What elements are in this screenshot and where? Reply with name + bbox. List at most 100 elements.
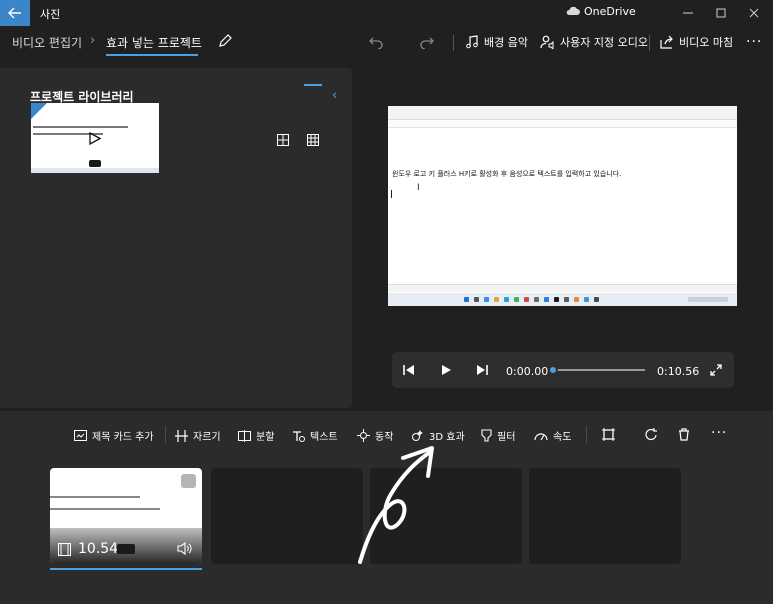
maximize-icon (716, 8, 726, 18)
back-button[interactable] (0, 0, 30, 26)
grid-small-icon (307, 134, 319, 146)
background-music-button[interactable]: 배경 음악 (465, 34, 528, 50)
start-icon (464, 297, 469, 302)
skip-forward-icon (477, 365, 488, 375)
filters-button[interactable]: 필터 (481, 428, 515, 443)
recording-indicator (89, 160, 101, 167)
filters-label: 필터 (497, 432, 516, 443)
taskbar-app-icon (574, 297, 579, 302)
system-tray (688, 297, 728, 302)
preview-caption-text: 윈도우 로고 키 플러스 H키로 활성화 후 음성으로 텍스트를 입력하고 있습… (392, 170, 622, 178)
seek-slider-thumb[interactable] (548, 365, 558, 375)
added-corner-marker (31, 103, 47, 119)
crop-button[interactable] (602, 428, 615, 441)
storyboard-clip[interactable]: 10.54 (50, 468, 202, 564)
clip-duration: 10.54 (78, 541, 119, 557)
film-icon (58, 543, 71, 559)
custom-audio-label: 사용자 지정 오디오 (560, 36, 648, 49)
taskbar-app-icon (564, 297, 569, 302)
motion-icon (357, 429, 370, 442)
finish-video-label: 비디오 마침 (679, 36, 734, 49)
taskbar-app-icon (514, 297, 519, 302)
text-button[interactable]: 텍스트 (292, 428, 338, 443)
text-caret (391, 190, 392, 198)
clip-select-checkbox[interactable] (181, 474, 196, 488)
play-icon (89, 131, 102, 148)
taskbar-app-icon (594, 297, 599, 302)
empty-clip-slot[interactable] (370, 468, 522, 564)
library-video-thumbnail[interactable] (31, 103, 159, 173)
empty-clip-slot[interactable] (211, 468, 363, 564)
large-grid-view-button[interactable] (274, 131, 292, 149)
finish-video-button[interactable]: 비디오 마침 (660, 34, 733, 50)
taskbar-app-icon (494, 297, 499, 302)
3d-effects-button[interactable]: 3D 효과 (411, 428, 465, 443)
minimize-button[interactable] (674, 0, 702, 26)
undo-button[interactable] (369, 35, 383, 52)
taskbar-app-icon (524, 297, 529, 302)
speed-button[interactable]: 속도 (534, 428, 571, 443)
preview-statusbar (388, 284, 737, 292)
rename-button[interactable] (218, 34, 232, 51)
text-label: 텍스트 (310, 432, 338, 443)
cloud-icon (566, 7, 580, 15)
maximize-button[interactable] (707, 0, 735, 26)
taskbar-app-icon (544, 297, 549, 302)
storyboard-divider (586, 426, 587, 444)
close-button[interactable] (740, 0, 768, 26)
preview-window-menubar (388, 120, 737, 128)
tab-project[interactable]: 효과 넣는 프로젝트 (106, 34, 202, 51)
empty-clip-slot[interactable] (529, 468, 681, 564)
grid-large-icon (277, 134, 289, 146)
close-icon (749, 8, 759, 18)
filter-icon (481, 429, 492, 442)
trim-button[interactable]: 자르기 (175, 428, 221, 443)
previous-frame-button[interactable] (401, 363, 417, 377)
text-icon (293, 430, 305, 442)
add-title-card-button[interactable]: 제목 카드 추가 (74, 428, 154, 443)
taskbar-app-icon (554, 297, 559, 302)
seek-track[interactable] (553, 369, 645, 371)
motion-label: 동작 (375, 432, 394, 443)
current-time: 0:00.00 (506, 365, 549, 378)
video-preview: 윈도우 로고 키 플러스 H키로 활성화 후 음성으로 텍스트를 입력하고 있습… (388, 106, 737, 306)
next-frame-button[interactable] (474, 363, 490, 377)
view-active-indicator (304, 84, 322, 86)
speed-label: 속도 (553, 432, 572, 443)
collapse-chevron-icon[interactable]: ‹ (332, 88, 337, 103)
rotate-button[interactable] (645, 428, 658, 441)
motion-button[interactable]: 동작 (357, 428, 393, 443)
preview-window-titlebar (388, 106, 737, 120)
fullscreen-button[interactable] (708, 363, 724, 377)
title-card-icon (74, 430, 87, 441)
taskbar-app-icon (584, 297, 589, 302)
more-options-icon[interactable]: ··· (746, 34, 762, 50)
active-tab-indicator (106, 54, 198, 56)
preview-taskbar (388, 293, 737, 306)
music-note-icon (466, 35, 478, 49)
split-label: 분할 (256, 432, 275, 443)
app-title: 사진 (40, 8, 61, 21)
delete-button[interactable] (678, 428, 690, 441)
background-music-label: 배경 음악 (484, 36, 528, 49)
selected-clip-indicator (50, 568, 202, 570)
clip-text-line (50, 496, 140, 498)
split-button[interactable]: 분할 (238, 428, 274, 443)
custom-audio-button[interactable]: 사용자 지정 오디오 (540, 34, 648, 50)
title-bar: 사진 OneDrive (0, 0, 773, 26)
more-options-icon[interactable]: ··· (711, 425, 727, 441)
split-icon (238, 429, 251, 442)
redo-button[interactable] (420, 35, 434, 52)
taskbar-app-icon (534, 297, 539, 302)
onedrive-status[interactable]: OneDrive (566, 5, 636, 18)
play-button[interactable] (438, 363, 454, 377)
redo-icon (420, 37, 434, 50)
thumbnail-taskbar (31, 168, 159, 173)
taskbar-app-icon (474, 297, 479, 302)
volume-icon[interactable] (177, 541, 192, 558)
trim-icon (175, 429, 188, 442)
onedrive-label: OneDrive (584, 5, 636, 18)
small-grid-view-button[interactable] (304, 131, 322, 149)
share-export-icon (660, 35, 673, 49)
tab-video-editor[interactable]: 비디오 편집기 (12, 34, 82, 51)
